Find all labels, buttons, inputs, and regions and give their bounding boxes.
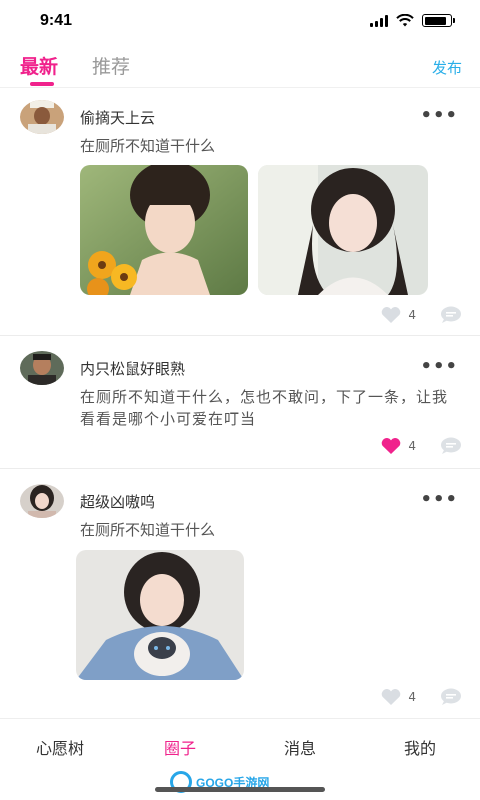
nav-item-messages[interactable]: 消息 xyxy=(240,735,360,759)
heart-icon[interactable] xyxy=(380,306,402,324)
more-icon[interactable]: ••• xyxy=(420,356,458,377)
post-text: 在厕所不知道干什么 xyxy=(80,137,216,155)
bottom-nav: 心愿树 圈子 消息 我的 GOGO手游网 xyxy=(0,718,480,800)
post-photo[interactable] xyxy=(80,165,248,295)
post-author[interactable]: 超级凶嗷呜 xyxy=(80,491,155,512)
post-card: 超级凶嗷呜 ••• 在厕所不知道干什么 4 xyxy=(0,470,480,718)
post-text: 在厕所不知道干什么，怎也不敢问，下了一条，让我看看是哪个小可爱在叮当 xyxy=(80,388,449,428)
post-card: 偷摘天上云 ••• 在厕所不知道干什么 4 xyxy=(0,88,480,336)
more-icon[interactable]: ••• xyxy=(420,105,458,126)
status-icons xyxy=(370,14,455,27)
post-actions: 4 xyxy=(380,437,462,455)
more-icon[interactable]: ••• xyxy=(420,489,458,510)
tab-recommend[interactable]: 推荐 xyxy=(92,52,130,79)
nav-item-circle[interactable]: 圈子 xyxy=(120,735,240,759)
avatar[interactable] xyxy=(20,484,64,518)
nav-item-wish-tree[interactable]: 心愿树 xyxy=(0,735,120,759)
post-actions: 4 xyxy=(380,688,462,706)
home-indicator[interactable] xyxy=(155,787,325,792)
heart-icon[interactable] xyxy=(380,688,402,706)
comment-icon[interactable] xyxy=(440,688,462,706)
like-count: 4 xyxy=(408,690,416,704)
publish-button[interactable]: 发布 xyxy=(432,57,462,78)
avatar[interactable] xyxy=(20,351,64,385)
wifi-icon xyxy=(396,14,414,27)
like-count: 4 xyxy=(408,308,416,322)
post-author[interactable]: 偷摘天上云 xyxy=(80,107,155,128)
tab-active-indicator xyxy=(30,82,54,86)
post-text: 在厕所不知道干什么 xyxy=(80,521,216,539)
post-author[interactable]: 内只松鼠好眼熟 xyxy=(80,358,185,379)
post-actions: 4 xyxy=(380,306,462,324)
avatar[interactable] xyxy=(20,100,64,134)
post-photo[interactable] xyxy=(76,550,244,680)
post-card: 内只松鼠好眼熟 ••• 在厕所不知道干什么，怎也不敢问，下了一条，让我看看是哪个… xyxy=(0,337,480,469)
status-time: 9:41 xyxy=(40,12,73,29)
comment-icon[interactable] xyxy=(440,306,462,324)
nav-item-me[interactable]: 我的 xyxy=(360,735,480,759)
battery-icon xyxy=(422,14,455,27)
comment-icon[interactable] xyxy=(440,437,462,455)
signal-icon xyxy=(370,14,388,27)
tabs-header: 最新 推荐 发布 xyxy=(0,44,480,88)
heart-icon[interactable] xyxy=(380,437,402,455)
like-count: 4 xyxy=(408,439,416,453)
tab-latest[interactable]: 最新 xyxy=(20,52,58,79)
post-photo[interactable] xyxy=(258,165,428,295)
status-bar: 9:41 xyxy=(0,0,480,44)
